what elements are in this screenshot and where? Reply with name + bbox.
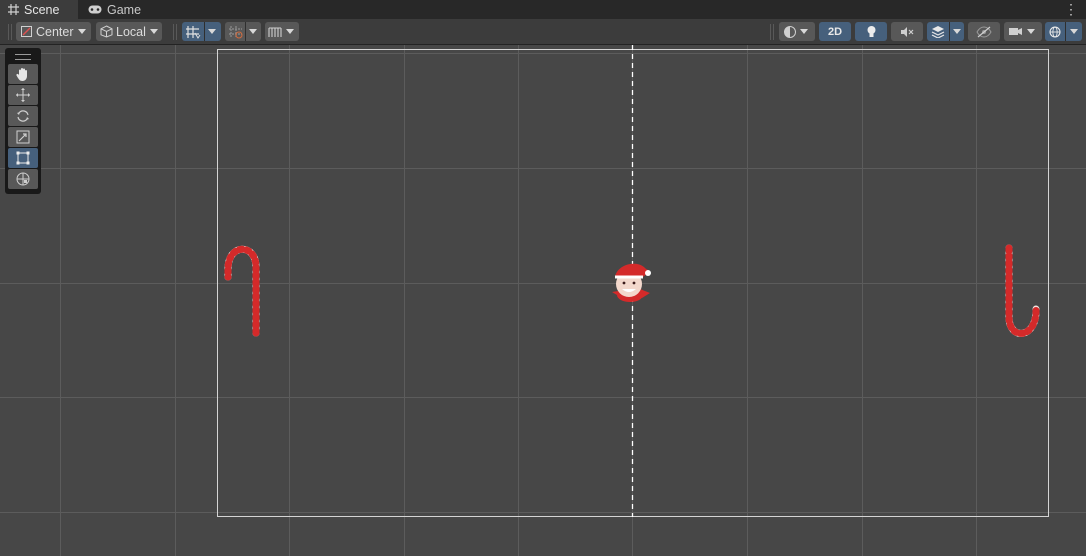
layers-icon (931, 26, 945, 38)
tab-bar: Scene Game ⋮ (0, 0, 1086, 19)
gizmos-toggle[interactable] (1045, 22, 1065, 41)
ruler-icon (268, 26, 282, 37)
toolbar-grip[interactable] (770, 24, 774, 40)
lightbulb-icon (867, 25, 875, 37)
grid-snap-icon (186, 25, 201, 39)
pivot-center-icon (21, 26, 32, 37)
scale-tool-icon (16, 130, 30, 144)
gamepad-icon (88, 5, 102, 14)
eye-hidden-icon (976, 25, 992, 38)
draw-mode-dropdown[interactable] (779, 22, 815, 41)
transform-tool-button[interactable] (8, 169, 38, 189)
palette-handle[interactable] (15, 54, 31, 60)
scene-viewport[interactable] (0, 45, 1086, 556)
grid-icon (8, 4, 19, 15)
tool-palette (5, 48, 41, 194)
more-options-icon[interactable]: ⋮ (1064, 2, 1078, 16)
pivot-mode-dropdown[interactable]: Center (16, 22, 91, 41)
lighting-toggle[interactable] (855, 22, 887, 41)
effects-toggle[interactable] (927, 22, 949, 41)
increment-snap-icon (229, 25, 243, 38)
scene-visibility-toggle[interactable] (968, 22, 1000, 41)
2d-mode-toggle[interactable]: 2D (819, 22, 851, 41)
scene-grid (0, 45, 1086, 556)
toolbar-grip[interactable] (8, 24, 12, 40)
audio-mute-icon (901, 26, 914, 37)
rect-tool-icon (16, 151, 30, 165)
2d-mode-label: 2D (827, 25, 843, 38)
rotate-tool-button[interactable] (8, 106, 38, 126)
scale-tool-button[interactable] (8, 127, 38, 147)
toolbar-grip[interactable] (173, 24, 177, 40)
candy-cane-left (224, 245, 260, 337)
cube-icon (100, 25, 113, 38)
effects-dropdown[interactable] (950, 22, 964, 41)
gizmos-dropdown[interactable] (1066, 22, 1082, 41)
shaded-sphere-icon (784, 25, 796, 38)
pivot-mode-label: Center (36, 24, 74, 39)
grid-snap-dropdown[interactable] (205, 22, 221, 41)
move-tool-icon (16, 88, 30, 102)
camera-icon (1009, 28, 1022, 35)
scene-toolbar: Center Local 2D (0, 19, 1086, 45)
grid-visibility-dropdown[interactable] (265, 22, 299, 41)
tab-game-label: Game (107, 2, 142, 17)
pivot-rotation-label: Local (116, 24, 146, 39)
pivot-rotation-dropdown[interactable]: Local (96, 22, 162, 41)
move-tool-button[interactable] (8, 85, 38, 105)
hand-tool-icon (16, 68, 27, 81)
increment-snap-dropdown[interactable] (246, 22, 261, 41)
santa-player (612, 263, 651, 302)
candy-cane-right (1005, 244, 1040, 337)
rect-tool-button[interactable] (8, 148, 38, 168)
rotate-tool-icon (17, 110, 29, 122)
transform-tool-icon (16, 172, 30, 186)
tab-scene-label: Scene (24, 2, 60, 17)
camera-settings-dropdown[interactable] (1004, 22, 1042, 41)
audio-toggle[interactable] (891, 22, 923, 41)
tab-game[interactable]: Game (80, 0, 152, 19)
gizmo-globe-icon (1049, 25, 1061, 38)
tab-scene[interactable]: Scene (0, 0, 78, 19)
hand-tool-button[interactable] (8, 64, 38, 84)
